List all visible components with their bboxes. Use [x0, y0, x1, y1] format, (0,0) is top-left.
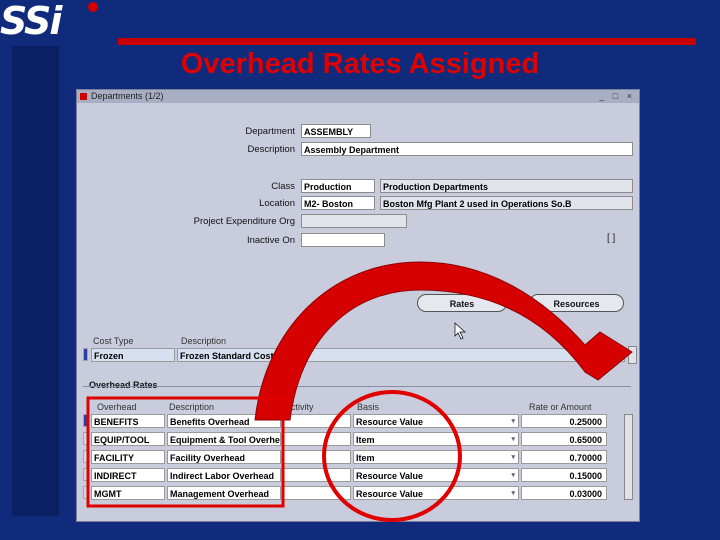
overhead-description-cell[interactable]: Facility Overhead: [167, 450, 281, 464]
window-title: Departments (1/2): [91, 91, 164, 101]
rate-cell[interactable]: 0.03000: [521, 486, 607, 500]
left-decor-strip: [12, 46, 59, 516]
activity-cell[interactable]: [283, 450, 351, 464]
activity-cell[interactable]: [283, 486, 351, 500]
activity-col-header: Activity: [285, 402, 314, 412]
descriptive-flexfield[interactable]: [ ]: [607, 233, 615, 244]
logo-text: SSi: [0, 0, 62, 43]
basis-value: Resource Value: [356, 417, 424, 427]
description-label: Description: [247, 144, 295, 155]
department-field[interactable]: ASSEMBLY: [301, 124, 371, 138]
description-col-header: Description: [169, 402, 215, 412]
chevron-down-icon[interactable]: ▾: [511, 451, 515, 463]
overhead-cell[interactable]: MGMT: [91, 486, 165, 500]
cost-type-desc-header: Description: [181, 336, 227, 346]
rate-cell[interactable]: 0.65000: [521, 432, 607, 446]
overhead-description-cell[interactable]: Benefits Overhead: [167, 414, 281, 428]
basis-select[interactable]: Resource Value ▾: [353, 486, 519, 500]
cost-type-row-marker[interactable]: [83, 348, 88, 361]
chevron-down-icon[interactable]: ▾: [511, 433, 515, 445]
basis-select[interactable]: Item ▾: [353, 432, 519, 446]
project-org-label: Project Expenditure Org: [193, 216, 295, 227]
chevron-down-icon[interactable]: ▾: [511, 487, 515, 499]
activity-cell[interactable]: [283, 432, 351, 446]
ssi-logo: SSi: [0, 0, 110, 42]
overhead-cell[interactable]: FACILITY: [91, 450, 165, 464]
section-divider: [83, 386, 631, 387]
inactive-on-field[interactable]: [301, 233, 385, 247]
class-label: Class: [271, 181, 295, 192]
location-label: Location: [259, 198, 295, 209]
activity-cell[interactable]: [283, 414, 351, 428]
basis-value: Resource Value: [356, 471, 424, 481]
basis-select[interactable]: Resource Value ▾: [353, 468, 519, 482]
cost-type-cell[interactable]: Frozen: [91, 348, 175, 362]
project-org-field[interactable]: [301, 214, 407, 228]
cost-type-header: Cost Type: [93, 336, 134, 346]
overhead-description-cell[interactable]: Indirect Labor Overhead: [167, 468, 281, 482]
overhead-cell[interactable]: INDIRECT: [91, 468, 165, 482]
class-field[interactable]: Production: [301, 179, 375, 193]
overhead-cell[interactable]: BENEFITS: [91, 414, 165, 428]
rate-cell[interactable]: 0.25000: [521, 414, 607, 428]
activity-cell[interactable]: [283, 468, 351, 482]
window-icon: [80, 93, 87, 100]
row-marker[interactable]: [83, 414, 88, 427]
basis-select[interactable]: Item ▾: [353, 450, 519, 464]
description-field[interactable]: Assembly Department: [301, 142, 633, 156]
window-titlebar[interactable]: Departments (1/2) _ □ ×: [77, 90, 639, 103]
window-controls[interactable]: _ □ ×: [599, 91, 635, 101]
resources-button[interactable]: Resources: [529, 294, 624, 312]
cost-type-description-cell[interactable]: Frozen Standard Cost Type: [177, 348, 625, 362]
basis-select[interactable]: Resource Value ▾: [353, 414, 519, 428]
cost-type-scrollbar[interactable]: [628, 346, 637, 364]
rate-cell[interactable]: 0.15000: [521, 468, 607, 482]
overhead-description-cell[interactable]: Management Overhead: [167, 486, 281, 500]
location-description: Boston Mfg Plant 2 used in Operations So…: [380, 196, 633, 210]
overhead-rates-scrollbar[interactable]: [624, 414, 633, 500]
row-marker[interactable]: [83, 432, 88, 445]
overhead-rates-section-title: Overhead Rates: [89, 380, 158, 390]
row-marker[interactable]: [83, 450, 88, 463]
department-label: Department: [245, 126, 295, 137]
overhead-description-cell[interactable]: Equipment & Tool Overhead: [167, 432, 281, 446]
overhead-cell[interactable]: EQUIP/TOOL: [91, 432, 165, 446]
row-marker[interactable]: [83, 468, 88, 481]
basis-col-header: Basis: [357, 402, 380, 412]
departments-window: Departments (1/2) _ □ × Department ASSEM…: [76, 89, 640, 522]
basis-value: Item: [356, 435, 375, 445]
header-red-bar: [118, 38, 696, 45]
rate-col-header: Rate or Amount: [529, 402, 592, 412]
basis-value: Resource Value: [356, 489, 424, 499]
rates-button[interactable]: Rates: [417, 294, 507, 312]
chevron-down-icon[interactable]: ▾: [511, 469, 515, 481]
logo-dot: [88, 2, 98, 12]
row-marker[interactable]: [83, 486, 88, 499]
rate-cell[interactable]: 0.70000: [521, 450, 607, 464]
chevron-down-icon[interactable]: ▾: [511, 415, 515, 427]
class-description: Production Departments: [380, 179, 633, 193]
overhead-col-header: Overhead: [97, 402, 137, 412]
basis-value: Item: [356, 453, 375, 463]
inactive-on-label: Inactive On: [246, 235, 295, 246]
location-field[interactable]: M2- Boston: [301, 196, 375, 210]
slide-title: Overhead Rates Assigned: [180, 48, 540, 80]
